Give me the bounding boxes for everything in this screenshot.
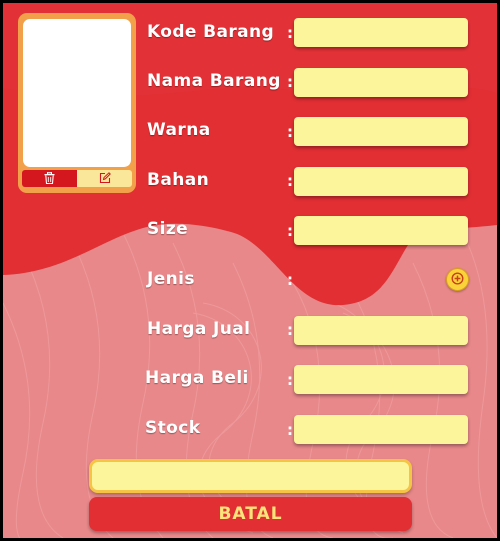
separator-size: : — [287, 222, 293, 240]
label-kode-barang: Kode Barang — [147, 22, 275, 42]
separator-stock: : — [287, 421, 293, 439]
stock-input[interactable] — [294, 415, 468, 444]
edit-photo-button[interactable] — [77, 170, 132, 187]
separator-harga-jual: : — [287, 321, 293, 339]
label-stock: Stock — [145, 418, 201, 438]
photo-actions-bar — [22, 170, 132, 187]
harga-jual-input[interactable] — [294, 316, 468, 345]
warna-input[interactable] — [294, 117, 468, 146]
app-window: Kode Barang : Nama Barang : Warna : Baha… — [3, 3, 497, 538]
label-size: Size — [147, 219, 189, 239]
label-nama-barang: Nama Barang — [147, 71, 281, 91]
photo-frame — [18, 13, 136, 193]
label-jenis: Jenis — [147, 269, 195, 289]
label-bahan: Bahan — [147, 170, 210, 190]
separator-nama-barang: : — [287, 73, 293, 91]
nama-barang-input[interactable] — [294, 68, 468, 97]
trash-icon — [44, 170, 55, 187]
size-input[interactable] — [294, 216, 468, 245]
label-harga-jual: Harga Jual — [147, 319, 251, 339]
separator-bahan: : — [287, 172, 293, 190]
label-warna: Warna — [147, 120, 211, 140]
harga-beli-input[interactable] — [294, 365, 468, 394]
separator-harga-beli: : — [287, 371, 293, 389]
separator-warna: : — [287, 123, 293, 141]
label-harga-beli: Harga Beli — [145, 368, 249, 388]
kode-barang-input[interactable] — [294, 18, 468, 47]
plus-circle-icon — [451, 270, 464, 289]
delete-photo-button[interactable] — [22, 170, 77, 187]
separator-kode-barang: : — [287, 24, 293, 42]
bahan-input[interactable] — [294, 167, 468, 196]
cancel-button[interactable]: BATAL — [89, 497, 412, 531]
separator-jenis: : — [287, 271, 293, 289]
product-photo-placeholder[interactable] — [23, 19, 131, 167]
add-jenis-button[interactable] — [446, 268, 469, 291]
pencil-square-icon — [99, 170, 111, 187]
save-button[interactable] — [89, 459, 412, 493]
